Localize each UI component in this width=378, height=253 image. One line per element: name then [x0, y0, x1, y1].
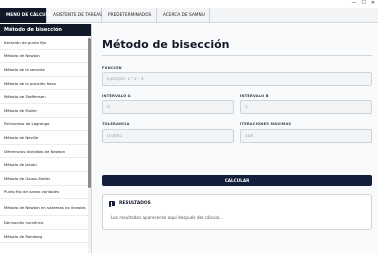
tab-predeterminados[interactable]: PREDETERMINADOS — [102, 8, 157, 23]
intervalo-b-label: INTERVALO B — [240, 94, 269, 98]
tab-acerca-de[interactable]: ACERCA DE SAMNU — [157, 8, 210, 23]
tolerancia-input[interactable] — [102, 129, 234, 143]
maximize-icon[interactable]: ☐ — [361, 0, 365, 6]
calcular-button[interactable]: CALCULAR — [102, 175, 372, 186]
sidebar-item-punto-fijo[interactable]: Iteración de punto fijo — [0, 36, 91, 50]
main-panel: Método de bisección FUNCIÓN INTERVALO A … — [93, 24, 378, 253]
sidebar-item-biseccion[interactable]: Método de bisección — [0, 24, 91, 36]
sidebar-item-newton[interactable]: Método de Newton — [0, 50, 91, 64]
title-bar: — ☐ ✕ — [0, 0, 378, 6]
sidebar-item-newton-sistemas[interactable]: Método de Newton en sistemas no lineales — [0, 199, 91, 217]
tolerancia-label: TOLERANCIA — [102, 122, 130, 126]
close-icon[interactable]: ✕ — [371, 0, 375, 6]
window-controls: — ☐ ✕ — [351, 0, 375, 6]
checkbox-icon — [109, 201, 115, 207]
tab-asistente-tareas[interactable]: ASISTENTE DE TAREAS — [47, 8, 102, 23]
tab-bar: MENÚ DE CÁLCULO ASISTENTE DE TAREAS PRED… — [0, 8, 378, 23]
sidebar-item-derivacion[interactable]: Derivación numérica — [0, 216, 91, 230]
sidebar-item-lagrange[interactable]: Polinomios de Lagrange — [0, 118, 91, 132]
sidebar: Método de bisección Iteración de punto f… — [0, 24, 92, 253]
results-panel: RESULTADOS Los resultados aparecerán aqu… — [102, 194, 372, 230]
minimize-icon[interactable]: — — [351, 0, 356, 6]
title-divider — [102, 55, 372, 56]
results-text: Los resultados aparecerán aquí después d… — [111, 215, 224, 220]
intervalo-b-input[interactable] — [240, 100, 372, 114]
sidebar-item-neville[interactable]: Método de Neville — [0, 131, 91, 145]
tab-menu-calculo[interactable]: MENÚ DE CÁLCULO — [0, 8, 52, 23]
sidebar-item-punto-fijo-varias[interactable]: Punto fijo de varias variables — [0, 186, 91, 200]
sidebar-item-posicion-falsa[interactable]: Método de la posición falsa — [0, 77, 91, 91]
intervalo-a-label: INTERVALO A — [102, 94, 131, 98]
iteraciones-input[interactable] — [240, 129, 372, 143]
sidebar-item-muller[interactable]: Método de Muller — [0, 104, 91, 118]
funcion-input[interactable] — [102, 72, 372, 86]
sidebar-item-steffensen[interactable]: Método de Steffensen — [0, 90, 91, 104]
sidebar-item-gauss-seidel[interactable]: Método de Gauss-Seidel — [0, 172, 91, 186]
iteraciones-label: ITERACIONES MÁXIMAS — [240, 122, 292, 126]
results-title: RESULTADOS — [119, 201, 151, 206]
funcion-label: FUNCIÓN — [102, 66, 122, 70]
intervalo-a-input[interactable] — [102, 100, 234, 114]
page-title: Método de bisección — [102, 38, 230, 51]
sidebar-item-secante[interactable]: Método de la secante — [0, 63, 91, 77]
sidebar-item-diferencias-divididas[interactable]: Diferencias divididas de Newton — [0, 145, 91, 159]
sidebar-scroll-thumb[interactable] — [88, 38, 91, 188]
sidebar-item-romberg[interactable]: Método de Romberg — [0, 230, 91, 244]
sidebar-item-jacobi[interactable]: Método de Jacobi — [0, 158, 91, 172]
